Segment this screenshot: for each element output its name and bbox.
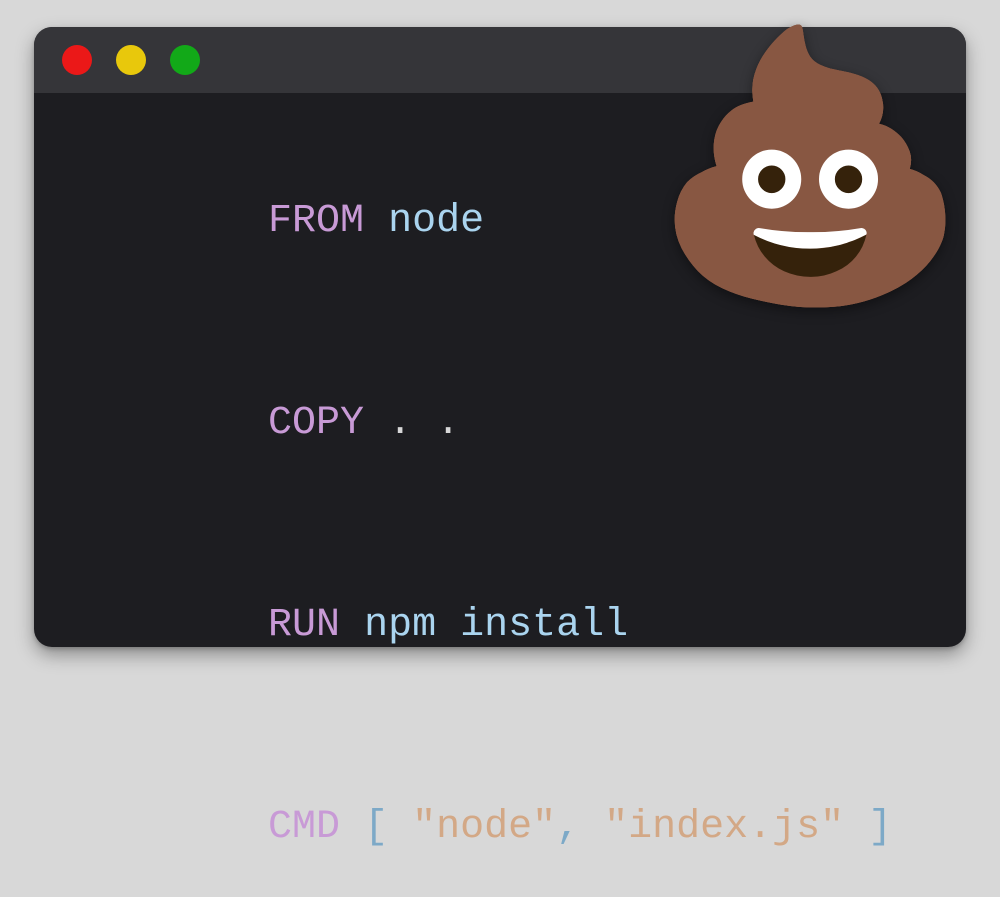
close-icon[interactable] xyxy=(62,45,92,75)
code-editor: FROM node COPY . . RUN npm install CMD [… xyxy=(34,93,966,897)
dockerfile-keyword: COPY xyxy=(268,401,364,446)
terminal-window: FROM node COPY . . RUN npm install CMD [… xyxy=(34,27,966,647)
maximize-icon[interactable] xyxy=(170,45,200,75)
dockerfile-arg: node xyxy=(388,199,484,244)
dockerfile-keyword: RUN xyxy=(268,603,340,648)
bracket-close: ] xyxy=(844,805,892,850)
bracket-open: [ xyxy=(364,805,412,850)
dockerfile-keyword: FROM xyxy=(268,199,364,244)
code-line-4: CMD [ "node", "index.js" ] xyxy=(124,759,906,897)
code-line-1: FROM node xyxy=(124,153,906,291)
dockerfile-arg: npm install xyxy=(364,603,628,648)
code-line-2: COPY . . xyxy=(124,355,906,493)
dockerfile-arg: . . xyxy=(388,401,460,446)
minimize-icon[interactable] xyxy=(116,45,146,75)
code-line-3: RUN npm install xyxy=(124,557,906,695)
string-literal: "node" xyxy=(412,805,556,850)
comma: , xyxy=(556,805,604,850)
window-titlebar xyxy=(34,27,966,93)
dockerfile-keyword: CMD xyxy=(268,805,340,850)
string-literal: "index.js" xyxy=(604,805,844,850)
